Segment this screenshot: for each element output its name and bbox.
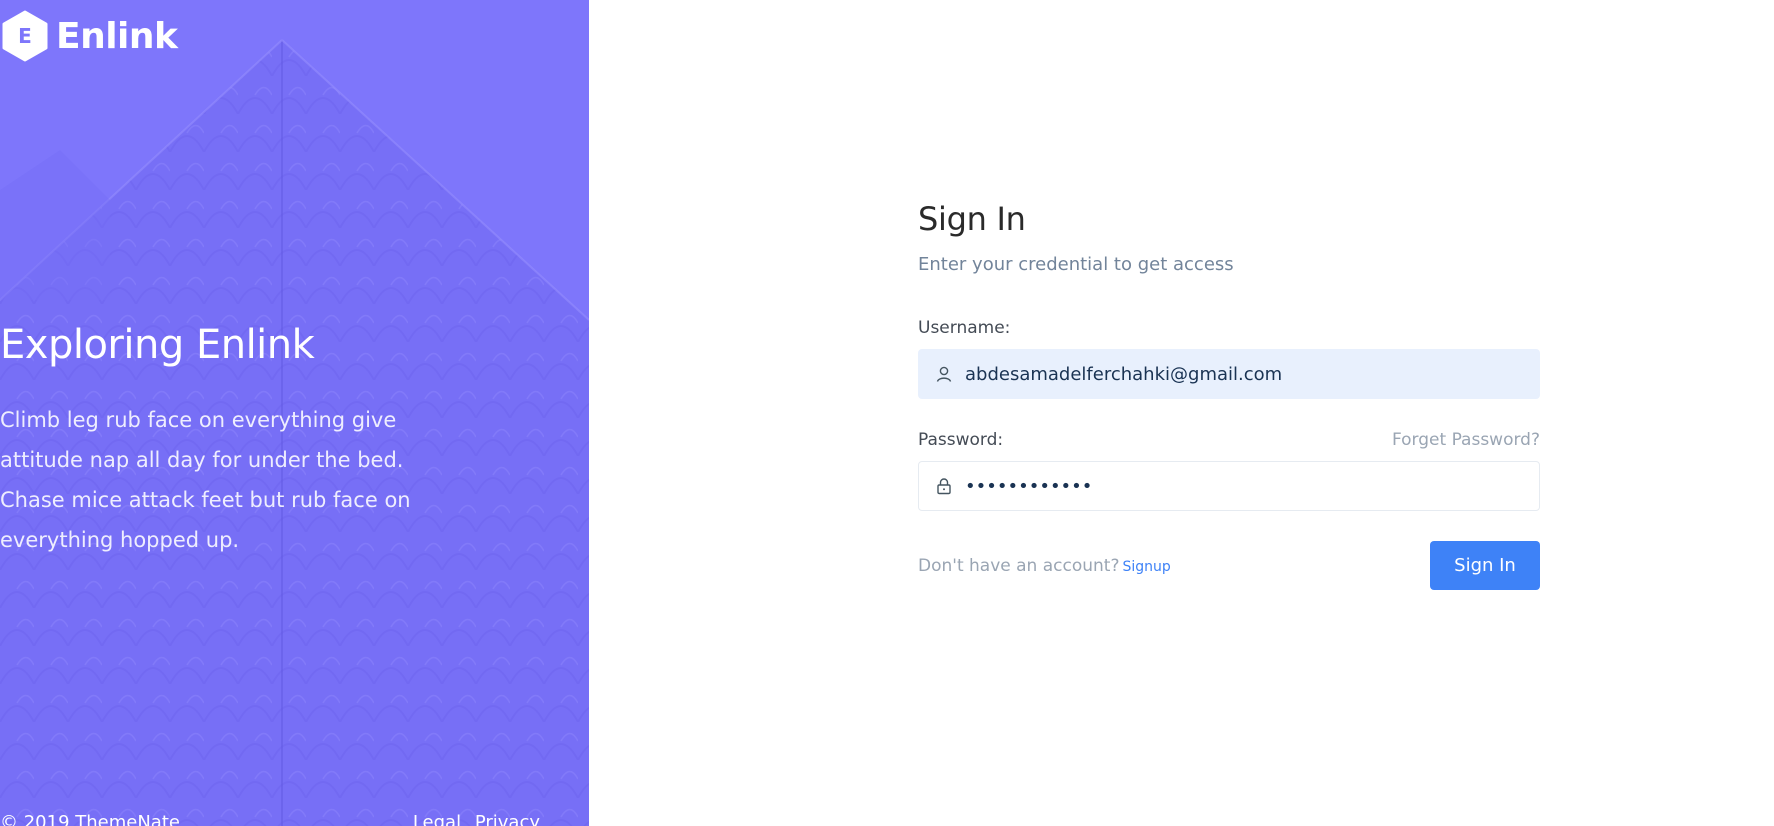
privacy-link[interactable]: Privacy <box>475 812 540 826</box>
lock-icon <box>937 478 951 495</box>
password-label-row: Password: Forget Password? <box>918 430 1540 450</box>
page-subtitle: Enter your credential to get access <box>918 254 1234 275</box>
password-input[interactable] <box>965 475 1505 497</box>
brand[interactable]: E Enlink <box>2 10 178 62</box>
brand-letter: E <box>18 24 32 48</box>
signup-prompt: Don't have an account? Signup <box>918 556 1171 576</box>
password-field[interactable] <box>918 461 1540 511</box>
signin-form: Sign In Enter your credential to get acc… <box>918 200 1540 590</box>
brand-name: Enlink <box>56 15 178 57</box>
copyright-text: © 2019 ThemeNate <box>0 812 180 826</box>
user-icon <box>936 366 952 382</box>
hero-panel: E Enlink Exploring Enlink Climb leg rub … <box>0 0 589 826</box>
forget-password-link[interactable]: Forget Password? <box>1392 430 1540 450</box>
form-actions: Don't have an account? Signup Sign In <box>918 541 1540 590</box>
signin-button[interactable]: Sign In <box>1430 541 1540 590</box>
hero-description: Climb leg rub face on everything give at… <box>0 408 411 552</box>
username-label: Username: <box>918 318 1011 338</box>
hero-footer: © 2019 ThemeNate Legal Privacy <box>0 812 540 826</box>
no-account-text: Don't have an account? <box>918 555 1120 576</box>
username-field[interactable] <box>918 349 1540 399</box>
signup-link[interactable]: Signup <box>1122 559 1170 575</box>
legal-link[interactable]: Legal <box>413 812 461 826</box>
footer-links: Legal Privacy <box>405 812 540 826</box>
username-input[interactable] <box>965 363 1505 385</box>
page-title: Sign In <box>918 200 1026 238</box>
hexagon-logo-icon: E <box>2 10 48 62</box>
password-label: Password: <box>918 430 1004 450</box>
hero-title: Exploring Enlink <box>0 322 315 368</box>
